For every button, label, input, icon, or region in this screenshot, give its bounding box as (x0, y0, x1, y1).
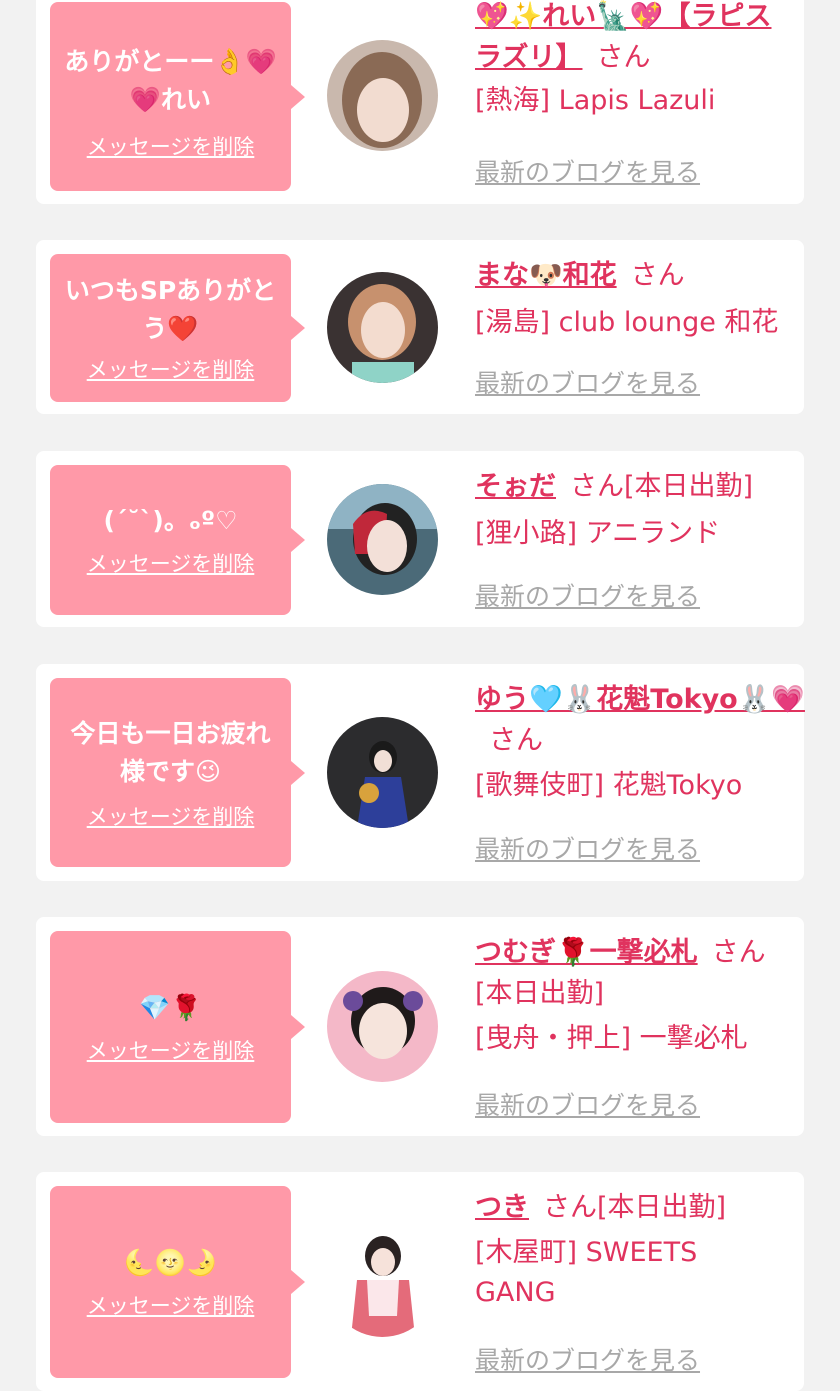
honorific: さん (711, 937, 766, 968)
name-line: つむぎ🌹一撃必札 さん [本日出勤] (475, 932, 795, 1014)
message-list: ありがとーー👌💗💗れい メッセージを削除 💖✨れい🗽💖【ラピスラズリ】 さん [熱… (0, 0, 840, 1391)
honorific: さん (630, 260, 685, 291)
profile-info: つむぎ🌹一撃必札 さん [本日出勤] [曳舟・押上] 一撃必札 (475, 932, 795, 1059)
avatar[interactable] (327, 272, 438, 383)
profile-info: つき さん[本日出勤] [木屋町] SWEETS GANG (475, 1187, 795, 1313)
cast-name-link[interactable]: つき (475, 1192, 529, 1223)
delete-message-link[interactable]: メッセージを削除 (87, 548, 255, 578)
name-line: そぉだ さん[本日出勤] (475, 466, 795, 507)
message-card: 🌜🌝🌛 メッセージを削除 つき さん[本日出勤] [木屋町] SWEETS GAN… (36, 1172, 804, 1391)
message-bubble: 今日も一日お疲れ様です😉 メッセージを削除 (50, 678, 305, 867)
shop-label: [曳舟・押上] 一撃必札 (475, 1023, 748, 1054)
message-card: 💎🌹 メッセージを削除 つむぎ🌹一撃必札 さん [本日出勤] [曳舟・押上] 一撃必… (36, 917, 804, 1136)
message-text: いつもSPありがとう❤️ (64, 276, 277, 343)
shop-label: [木屋町] SWEETS GANG (475, 1237, 698, 1308)
delete-message-link[interactable]: メッセージを削除 (87, 1035, 255, 1065)
avatar[interactable] (327, 1226, 438, 1337)
avatar[interactable] (327, 484, 438, 595)
message-card: 今日も一日お疲れ様です😉 メッセージを削除 ゆう🩵🐰花魁Tokyo🐰💗 さん [歌… (36, 664, 805, 881)
message-card: (ˊ˘ˋ)。ₒº♡ メッセージを削除 そぉだ さん[本日出勤] [狸小路] アニラ… (36, 451, 804, 627)
avatar[interactable] (327, 717, 438, 828)
message-bubble: 🌜🌝🌛 メッセージを削除 (50, 1186, 305, 1378)
profile-info: そぉだ さん[本日出勤] [狸小路] アニランド (475, 466, 795, 554)
status-label: [本日出勤] (597, 1192, 727, 1223)
blog-link[interactable]: 最新のブログを見る (475, 577, 700, 613)
shop-label: [湯島] club lounge 和花 (475, 307, 779, 338)
avatar[interactable] (327, 971, 438, 1082)
honorific: さん (543, 1192, 597, 1223)
message-text: 💎🌹 (139, 993, 202, 1022)
shop-label: [熱海] Lapis Lazuli (475, 85, 716, 116)
status-label: [本日出勤] (624, 471, 754, 502)
blog-link[interactable]: 最新のブログを見る (475, 364, 700, 400)
shop-label: [狸小路] アニランド (475, 518, 721, 549)
cast-name-link[interactable]: つむぎ🌹一撃必札 (475, 937, 698, 968)
message-bubble: 💎🌹 メッセージを削除 (50, 931, 305, 1123)
message-bubble: ありがとーー👌💗💗れい メッセージを削除 (50, 2, 305, 191)
avatar[interactable] (327, 40, 438, 151)
message-text: (ˊ˘ˋ)。ₒº♡ (103, 506, 238, 535)
message-text: 🌜🌝🌛 (123, 1248, 218, 1277)
message-text: 今日も一日お疲れ様です😉 (70, 718, 271, 786)
honorific: さん (570, 471, 624, 502)
delete-message-link[interactable]: メッセージを削除 (87, 1290, 255, 1320)
name-line: まな🐶和花 さん (475, 255, 795, 296)
honorific: さん (596, 42, 651, 73)
message-text: ありがとーー👌💗💗れい (64, 46, 277, 114)
message-bubble: いつもSPありがとう❤️ メッセージを削除 (50, 254, 305, 402)
profile-info: 💖✨れい🗽💖【ラピスラズリ】 さん [熱海] Lapis Lazuli (475, 0, 795, 121)
delete-message-link[interactable]: メッセージを削除 (87, 354, 255, 384)
honorific: さん (489, 725, 543, 756)
delete-message-link[interactable]: メッセージを削除 (87, 801, 255, 831)
name-line: つき さん[本日出勤] (475, 1187, 795, 1228)
profile-info: まな🐶和花 さん [湯島] club lounge 和花 (475, 255, 795, 343)
name-line: 💖✨れい🗽💖【ラピスラズリ】 さん (475, 0, 795, 78)
message-card: いつもSPありがとう❤️ メッセージを削除 まな🐶和花 さん [湯島] club … (36, 240, 804, 414)
cast-name-link[interactable]: ゆう🩵🐰花魁Tokyo🐰💗 (475, 684, 805, 715)
delete-message-link[interactable]: メッセージを削除 (87, 131, 255, 161)
blog-link[interactable]: 最新のブログを見る (475, 153, 700, 189)
profile-info: ゆう🩵🐰花魁Tokyo🐰💗 さん [歌舞伎町] 花魁Tokyo (475, 679, 805, 806)
message-bubble: (ˊ˘ˋ)。ₒº♡ メッセージを削除 (50, 465, 305, 615)
blog-link[interactable]: 最新のブログを見る (475, 1086, 700, 1122)
cast-name-link[interactable]: まな🐶和花 (475, 260, 617, 291)
blog-link[interactable]: 最新のブログを見る (475, 1341, 700, 1377)
name-line: ゆう🩵🐰花魁Tokyo🐰💗 さん (475, 679, 805, 761)
status-label: [本日出勤] (475, 978, 605, 1009)
cast-name-link[interactable]: そぉだ (475, 471, 556, 502)
message-card: ありがとーー👌💗💗れい メッセージを削除 💖✨れい🗽💖【ラピスラズリ】 さん [熱… (36, 0, 804, 204)
blog-link[interactable]: 最新のブログを見る (475, 830, 700, 866)
shop-label: [歌舞伎町] 花魁Tokyo (475, 770, 743, 801)
